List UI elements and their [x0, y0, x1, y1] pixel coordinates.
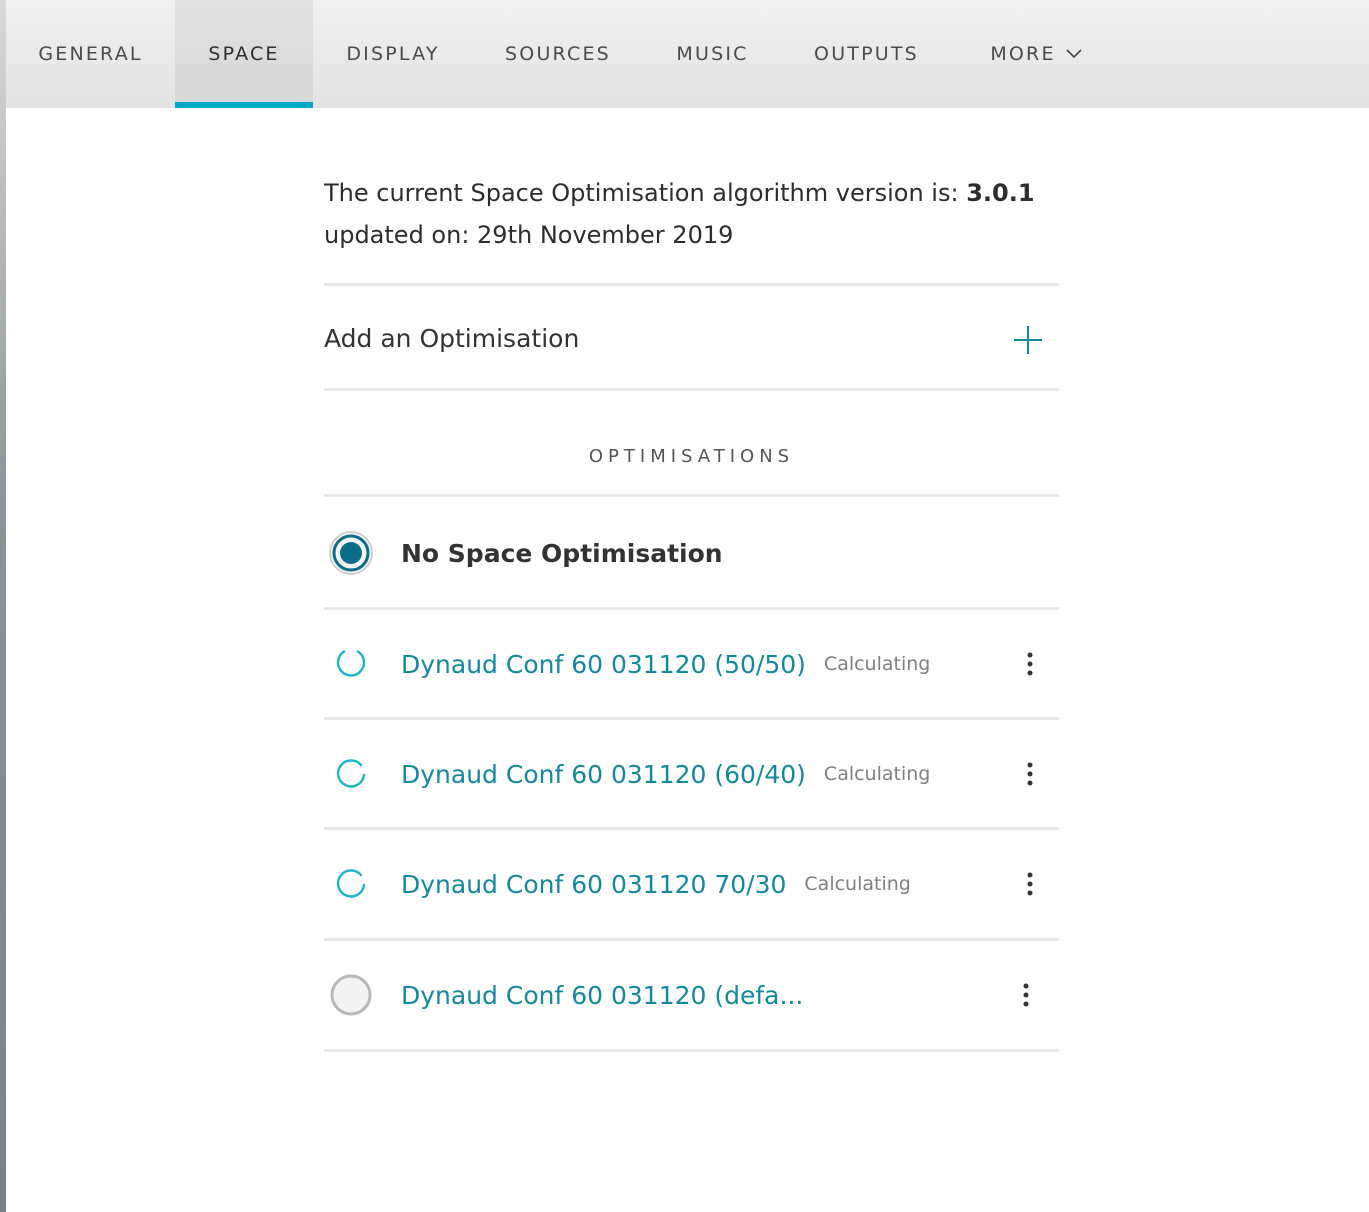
- optimisation-row[interactable]: Dynaud Conf 60 031120 (60/40) Calculatin…: [324, 720, 1059, 828]
- more-options-icon[interactable]: [1015, 644, 1045, 684]
- selected-radio-icon[interactable]: [324, 526, 378, 580]
- tab-music[interactable]: MUSIC: [643, 0, 782, 108]
- tab-more[interactable]: MORE: [951, 0, 1121, 108]
- tab-label: SPACE: [208, 43, 280, 65]
- optimisation-name[interactable]: Dynaud Conf 60 031120 (60/40): [401, 760, 806, 789]
- unselected-radio-icon[interactable]: [324, 968, 378, 1022]
- more-options-icon[interactable]: [1015, 754, 1045, 794]
- divider: [324, 388, 1059, 391]
- optimisation-name[interactable]: Dynaud Conf 60 031120 70/30: [401, 870, 786, 899]
- version-number: 3.0.1: [966, 179, 1035, 207]
- tab-label: MUSIC: [676, 43, 749, 65]
- algorithm-version-info: The current Space Optimisation algorithm…: [324, 172, 1059, 256]
- left-window-edge: [0, 0, 6, 1212]
- status-badge: Calculating: [804, 873, 911, 895]
- status-badge: Calculating: [823, 763, 931, 785]
- tab-sources[interactable]: SOURCES: [473, 0, 643, 108]
- more-options-icon[interactable]: [1011, 975, 1041, 1015]
- add-optimisation-row[interactable]: Add an Optimisation: [324, 288, 1059, 388]
- optimisation-row[interactable]: Dynaud Conf 60 031120 (50/50) Calculatin…: [324, 610, 1059, 718]
- tab-general[interactable]: GENERAL: [6, 0, 175, 108]
- loading-spinner-icon: [324, 637, 378, 691]
- tab-outputs[interactable]: OUTPUTS: [782, 0, 951, 108]
- divider: [324, 494, 1059, 497]
- divider: [324, 1049, 1059, 1052]
- plus-icon[interactable]: [1013, 325, 1043, 355]
- optimisation-row[interactable]: Dynaud Conf 60 031120 70/30 Calculating: [324, 830, 1059, 938]
- version-updated: updated on: 29th November 2019: [324, 221, 734, 249]
- tab-label: OUTPUTS: [814, 43, 919, 65]
- optimisation-name[interactable]: Dynaud Conf 60 031120 (50/50): [401, 650, 806, 679]
- chevron-down-icon: [1066, 49, 1082, 59]
- tab-label: SOURCES: [505, 43, 611, 65]
- add-optimisation-label: Add an Optimisation: [324, 323, 580, 353]
- optimisation-name: No Space Optimisation: [401, 538, 723, 568]
- tab-label: MORE: [990, 43, 1056, 65]
- optimisation-row[interactable]: No Space Optimisation: [324, 499, 1059, 607]
- tab-bar: GENERAL SPACE DISPLAY SOURCES MUSIC OUTP…: [6, 0, 1369, 108]
- tab-display[interactable]: DISPLAY: [313, 0, 473, 108]
- optimisation-row[interactable]: Dynaud Conf 60 031120 (defa...: [324, 941, 1059, 1049]
- loading-spinner-icon: [324, 747, 378, 801]
- tab-label: DISPLAY: [346, 43, 440, 65]
- tab-label: GENERAL: [38, 43, 143, 65]
- status-badge: Calculating: [823, 653, 931, 675]
- tab-space[interactable]: SPACE: [175, 0, 313, 108]
- divider: [324, 283, 1059, 286]
- loading-spinner-icon: [324, 857, 378, 911]
- optimisation-name[interactable]: Dynaud Conf 60 031120 (defa...: [401, 981, 803, 1010]
- version-prefix: The current Space Optimisation algorithm…: [324, 179, 967, 207]
- optimisations-heading: OPTIMISATIONS: [588, 446, 795, 467]
- more-options-icon[interactable]: [1015, 864, 1045, 904]
